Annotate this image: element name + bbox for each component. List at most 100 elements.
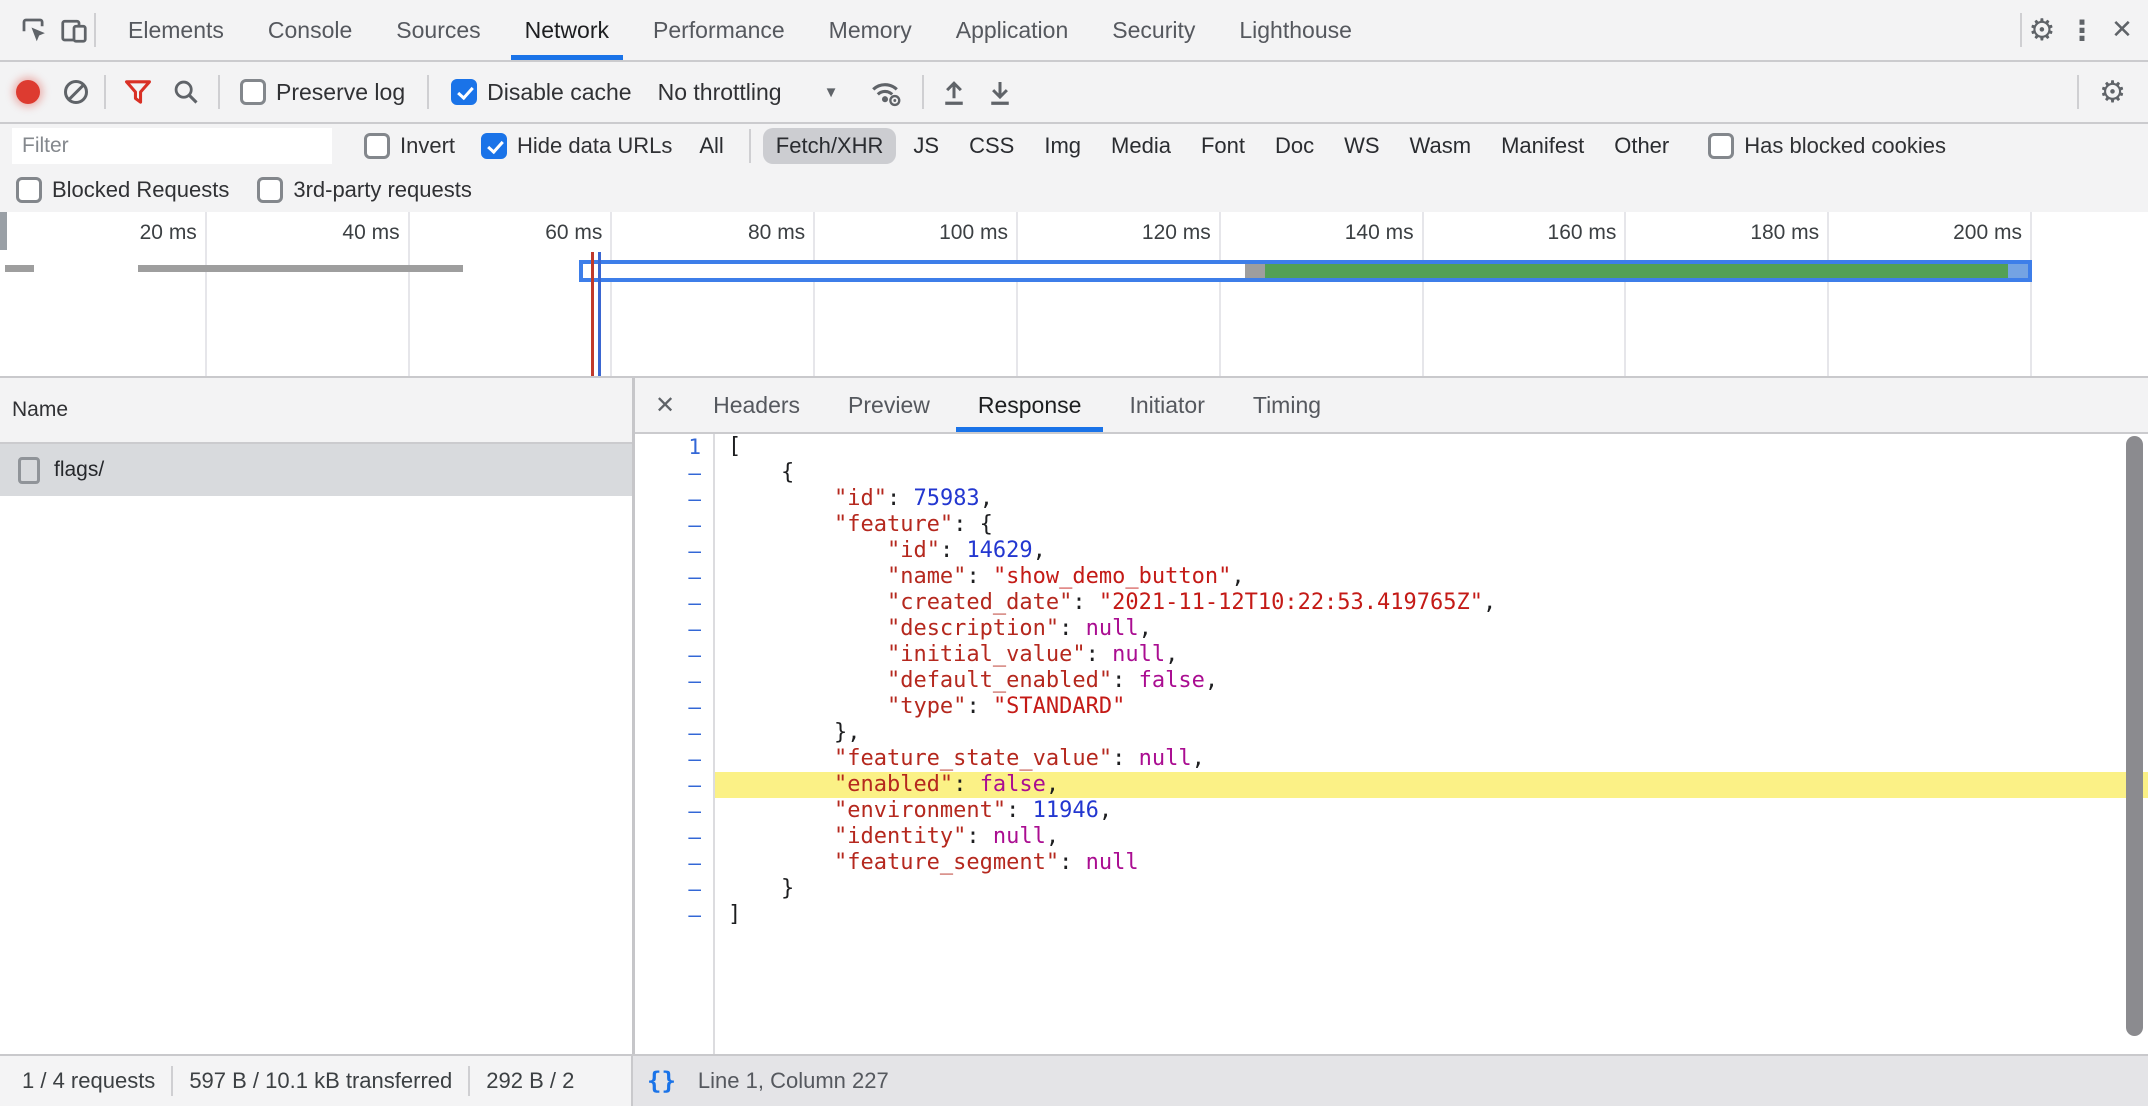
- detail-tab-initiator[interactable]: Initiator: [1105, 378, 1228, 432]
- type-filter-manifest[interactable]: Manifest: [1488, 128, 1597, 164]
- network-conditions-icon[interactable]: [868, 77, 902, 107]
- response-viewer: 1[– {– "id": 75983,– "feature": {– "id":…: [635, 434, 2148, 1054]
- type-filter-css[interactable]: CSS: [956, 128, 1027, 164]
- type-filter-wasm[interactable]: Wasm: [1397, 128, 1485, 164]
- tab-sources[interactable]: Sources: [374, 0, 502, 60]
- device-toolbar-icon[interactable]: [54, 10, 94, 50]
- type-filter-js[interactable]: JS: [900, 128, 952, 164]
- filter-funnel-icon[interactable]: [124, 79, 152, 105]
- gutter-marker[interactable]: –: [635, 642, 713, 668]
- code-line: – {: [635, 460, 2148, 486]
- code-line-text: "default_enabled": false,: [713, 668, 2148, 694]
- code-line: – "created_date": "2021-11-12T10:22:53.4…: [635, 590, 2148, 616]
- network-summary-bar: 1 / 4 requests597 B / 10.1 kB transferre…: [0, 1056, 633, 1106]
- third-party-requests-checkbox[interactable]: [257, 177, 283, 203]
- inspect-element-icon[interactable]: [14, 10, 54, 50]
- code-line: 1[: [635, 434, 2148, 460]
- timeline-tick-label: 100 ms: [804, 221, 1008, 245]
- toolbar-divider: [922, 75, 924, 109]
- tab-network[interactable]: Network: [503, 0, 631, 60]
- gutter-marker[interactable]: –: [635, 824, 713, 850]
- has-blocked-cookies-checkbox[interactable]: [1708, 133, 1734, 159]
- type-filter-media[interactable]: Media: [1098, 128, 1184, 164]
- detail-tab-response[interactable]: Response: [954, 378, 1106, 432]
- detail-tab-timing[interactable]: Timing: [1229, 378, 1345, 432]
- kebab-menu-icon[interactable]: ⋮: [2062, 10, 2102, 50]
- gutter-marker[interactable]: –: [635, 668, 713, 694]
- invert-checkbox[interactable]: [364, 133, 390, 159]
- response-scrollbar-thumb[interactable]: [2126, 436, 2143, 1036]
- tab-console[interactable]: Console: [246, 0, 374, 60]
- code-line-text: "feature_segment": null: [713, 850, 2148, 876]
- gutter-marker[interactable]: –: [635, 512, 713, 538]
- tab-memory[interactable]: Memory: [807, 0, 934, 60]
- tab-elements[interactable]: Elements: [106, 0, 246, 60]
- gutter-marker[interactable]: –: [635, 538, 713, 564]
- detail-tab-headers[interactable]: Headers: [689, 378, 824, 432]
- disable-cache-checkbox[interactable]: [451, 79, 477, 105]
- load-event-line: [591, 252, 594, 376]
- gutter-marker[interactable]: –: [635, 876, 713, 902]
- clear-network-log-icon[interactable]: [64, 80, 88, 104]
- code-line: – "environment": 11946,: [635, 798, 2148, 824]
- overview-timeline[interactable]: 20 ms40 ms60 ms80 ms100 ms120 ms140 ms16…: [0, 212, 2148, 378]
- tab-application[interactable]: Application: [934, 0, 1091, 60]
- gutter-marker[interactable]: –: [635, 564, 713, 590]
- blocked-requests-label: Blocked Requests: [52, 177, 229, 203]
- tab-security[interactable]: Security: [1090, 0, 1217, 60]
- code-line-text: [: [713, 434, 2148, 460]
- gutter-marker[interactable]: –: [635, 486, 713, 512]
- gutter-marker[interactable]: –: [635, 590, 713, 616]
- code-line: – "initial_value": null,: [635, 642, 2148, 668]
- timeline-gridline: [2030, 212, 2032, 376]
- timeline-tick-label: 160 ms: [1412, 221, 1616, 245]
- close-devtools-icon[interactable]: ✕: [2102, 10, 2142, 50]
- request-bar-segment-stalled: [1245, 264, 1265, 278]
- gutter-marker[interactable]: –: [635, 798, 713, 824]
- type-filter-fetchxhr[interactable]: Fetch/XHR: [763, 128, 897, 164]
- settings-gear-icon[interactable]: ⚙: [2022, 10, 2062, 50]
- record-network-log-button[interactable]: [16, 80, 40, 104]
- type-filter-other[interactable]: Other: [1601, 128, 1682, 164]
- tab-lighthouse[interactable]: Lighthouse: [1217, 0, 1374, 60]
- toolbar-divider: [94, 13, 96, 47]
- import-har-icon[interactable]: [940, 77, 968, 107]
- detail-tab-preview[interactable]: Preview: [824, 378, 954, 432]
- gutter-marker[interactable]: 1: [635, 434, 713, 460]
- type-filter-ws[interactable]: WS: [1331, 128, 1392, 164]
- status-divider: [171, 1066, 173, 1096]
- code-line: – "id": 75983,: [635, 486, 2148, 512]
- name-column-header[interactable]: Name: [0, 378, 632, 444]
- cursor-position: Line 1, Column 227: [698, 1068, 889, 1094]
- gutter-marker[interactable]: –: [635, 746, 713, 772]
- throttling-select[interactable]: No throttling: [658, 79, 782, 106]
- gutter-marker[interactable]: –: [635, 850, 713, 876]
- hide-data-urls-checkbox[interactable]: [481, 133, 507, 159]
- type-filter-img[interactable]: Img: [1031, 128, 1094, 164]
- blocked-requests-checkbox[interactable]: [16, 177, 42, 203]
- request-row[interactable]: flags/: [0, 444, 632, 496]
- export-har-icon[interactable]: [986, 77, 1014, 107]
- format-code-icon[interactable]: {}: [647, 1067, 676, 1095]
- chevron-down-icon[interactable]: ▼: [824, 84, 839, 101]
- timeline-tick-label: 20 ms: [0, 221, 197, 245]
- gutter-marker[interactable]: –: [635, 902, 713, 928]
- gutter-marker[interactable]: –: [635, 720, 713, 746]
- type-filter-font[interactable]: Font: [1188, 128, 1258, 164]
- code-line: – "type": "STANDARD": [635, 694, 2148, 720]
- search-icon[interactable]: [172, 78, 200, 106]
- summary-item: 597 B / 10.1 kB transferred: [189, 1068, 452, 1094]
- tab-performance[interactable]: Performance: [631, 0, 807, 60]
- type-filter-doc[interactable]: Doc: [1262, 128, 1327, 164]
- other-request-bar: [5, 265, 34, 272]
- filter-input[interactable]: [12, 128, 332, 164]
- code-line: – "id": 14629,: [635, 538, 2148, 564]
- gutter-marker[interactable]: –: [635, 772, 713, 798]
- gutter-marker[interactable]: –: [635, 616, 713, 642]
- network-settings-gear-icon[interactable]: ⚙: [2099, 75, 2126, 110]
- preserve-log-checkbox[interactable]: [240, 79, 266, 105]
- gutter-marker[interactable]: –: [635, 460, 713, 486]
- close-detail-icon[interactable]: ✕: [641, 391, 689, 420]
- type-filter-all[interactable]: All: [686, 128, 736, 164]
- gutter-marker[interactable]: –: [635, 694, 713, 720]
